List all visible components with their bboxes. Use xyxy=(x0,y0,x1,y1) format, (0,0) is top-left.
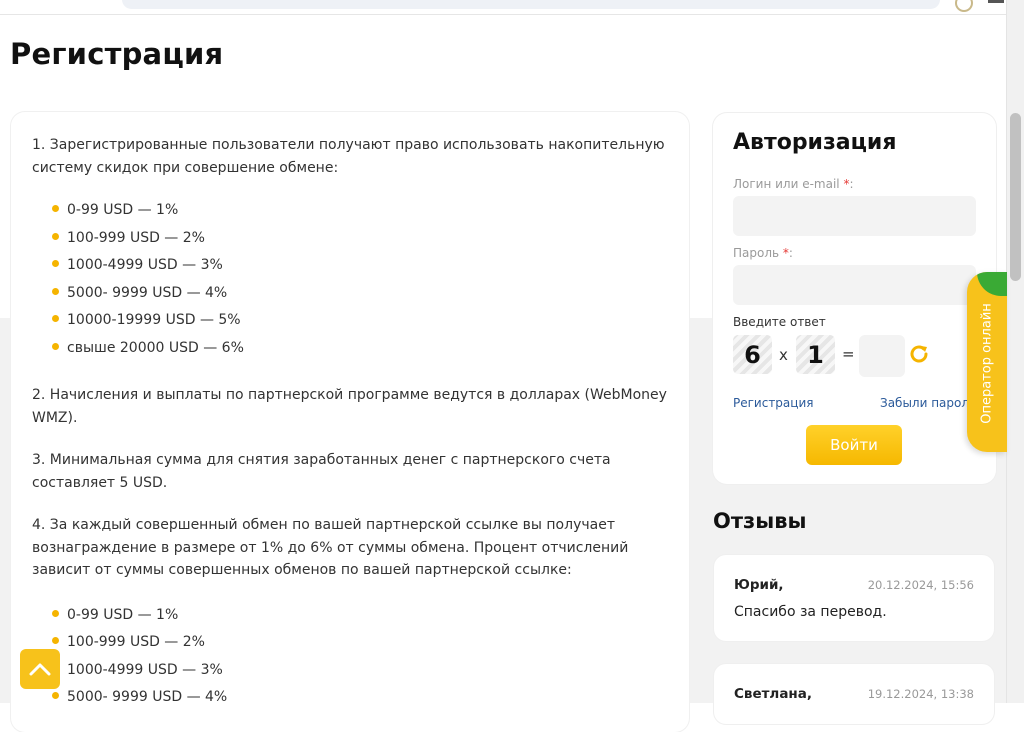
login-label-text: Логин или e-mail xyxy=(733,177,840,191)
scrollbar-thumb[interactable] xyxy=(1010,113,1021,281)
page-title: Регистрация xyxy=(10,37,224,71)
list-item: 100-999 USD — 2% xyxy=(32,629,672,657)
review-author: Юрий, xyxy=(734,577,784,593)
list-item: свыше 20000 USD — 6% xyxy=(32,335,672,363)
rules-paragraph-1: 1. Зарегистрированные пользователи получ… xyxy=(32,137,665,176)
rules-paragraph-3: 3. Минимальная сумма для снятия заработа… xyxy=(32,452,611,491)
review-card: Юрий, 20.12.2024, 15:56 Спасибо за перев… xyxy=(714,555,994,641)
captcha-label: Введите ответ xyxy=(733,315,826,329)
review-text: Спасибо за перевод. xyxy=(734,604,887,620)
address-bar[interactable] xyxy=(122,0,940,9)
scroll-to-top-button[interactable] xyxy=(20,649,60,689)
list-item: 10000-19999 USD — 5% xyxy=(32,307,672,335)
partner-reward-list: 0-99 USD — 1% 100-999 USD — 2% 1000-4999… xyxy=(32,602,672,712)
captcha-digit-b: 1 xyxy=(796,335,835,374)
login-button[interactable]: Войти xyxy=(806,425,902,465)
review-date: 20.12.2024, 15:56 xyxy=(867,578,974,592)
operator-online-widget[interactable]: Оператор онлайн xyxy=(967,272,1007,452)
list-item: 5000- 9999 USD — 4% xyxy=(32,684,672,712)
list-item: 1000-4999 USD — 3% xyxy=(32,252,672,280)
auth-title: Авторизация xyxy=(733,130,897,155)
captcha-answer-input[interactable] xyxy=(859,335,905,377)
discount-list: 0-99 USD — 1% 100-999 USD — 2% 1000-4999… xyxy=(32,197,672,362)
rules-content: 1. Зарегистрированные пользователи получ… xyxy=(32,134,672,712)
password-label: Пароль *: xyxy=(733,246,793,260)
loading-icon xyxy=(955,0,973,12)
login-input[interactable] xyxy=(733,196,976,236)
captcha-equals: = xyxy=(842,345,855,363)
list-item: 1000-4999 USD — 3% xyxy=(32,657,672,685)
browser-top-strip xyxy=(0,0,1006,15)
review-author: Светлана, xyxy=(734,686,812,702)
login-label: Логин или e-mail *: xyxy=(733,177,854,191)
rules-paragraph-4: 4. За каждый совершенный обмен по вашей … xyxy=(32,517,629,578)
chevron-up-icon xyxy=(29,663,51,676)
leaf-icon xyxy=(977,272,1007,296)
label-colon: : xyxy=(788,246,793,260)
label-colon: : xyxy=(849,177,854,191)
list-item: 0-99 USD — 1% xyxy=(32,602,672,630)
refresh-captcha-icon[interactable] xyxy=(908,343,930,365)
operator-label: Оператор онлайн xyxy=(979,303,995,424)
rules-paragraph-2: 2. Начисления и выплаты по партнерской п… xyxy=(32,387,667,426)
list-item: 100-999 USD — 2% xyxy=(32,225,672,253)
captcha-digit-a: 6 xyxy=(733,335,772,374)
password-input[interactable] xyxy=(733,265,976,305)
password-label-text: Пароль xyxy=(733,246,780,260)
reviews-title: Отзывы xyxy=(713,509,807,533)
register-link[interactable]: Регистрация xyxy=(733,396,813,410)
menu-icon[interactable] xyxy=(988,0,1004,3)
captcha-operator: x xyxy=(779,346,788,364)
vertical-scrollbar[interactable] xyxy=(1006,0,1024,703)
review-date: 19.12.2024, 13:38 xyxy=(867,687,974,701)
list-item: 5000- 9999 USD — 4% xyxy=(32,280,672,308)
list-item: 0-99 USD — 1% xyxy=(32,197,672,225)
review-card: Светлана, 19.12.2024, 13:38 xyxy=(714,664,994,724)
